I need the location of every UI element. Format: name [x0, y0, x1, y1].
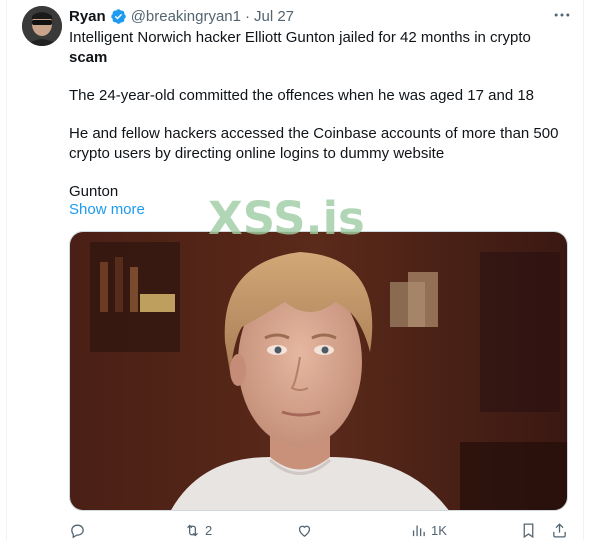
views-button[interactable]: 1K: [410, 522, 447, 539]
retweet-button[interactable]: 2: [184, 522, 212, 539]
show-more-link[interactable]: Show more: [69, 201, 145, 218]
retweet-count: 2: [205, 523, 213, 538]
header-separator: ·: [244, 7, 250, 25]
media-photo: [70, 232, 567, 510]
watermark: XSS.is: [208, 192, 365, 245]
tweet-text-line: Intelligent Norwich hacker Elliott Gunto…: [69, 29, 531, 46]
author-handle[interactable]: @breakingryan1: [131, 8, 241, 25]
reply-icon: [71, 524, 84, 539]
like-button[interactable]: [296, 522, 317, 539]
tweet-text-paragraph-2: The 24-year-old committed the offences w…: [69, 87, 535, 104]
author-name[interactable]: Ryan: [69, 8, 106, 25]
avatar-image: [22, 6, 62, 46]
tweet-date[interactable]: Jul 27: [254, 8, 294, 25]
tweet-action-bar: 2 1K: [0, 522, 593, 540]
share-button[interactable]: [551, 522, 568, 539]
share-icon: [553, 523, 566, 538]
tweet-header: Ryan @breakingryan1 · Jul 27: [69, 6, 294, 26]
views-count: 1K: [431, 523, 447, 538]
tweet-text-paragraph-1: Intelligent Norwich hacker Elliott Gunto…: [69, 28, 559, 68]
retweet-icon: [187, 524, 198, 537]
views-icon: [412, 525, 425, 537]
tweet-media-image[interactable]: [69, 231, 568, 511]
like-icon: [298, 525, 311, 537]
tweet-text-bold: scam: [69, 49, 108, 66]
tweet-text-paragraph-3: He and fellow hackers accessed the Coinb…: [69, 125, 559, 162]
bookmark-button[interactable]: [520, 522, 537, 539]
reply-button[interactable]: [69, 522, 90, 539]
more-icon[interactable]: [551, 5, 573, 25]
bookmark-icon: [523, 523, 534, 539]
verified-badge-icon: [110, 8, 126, 24]
avatar[interactable]: [22, 6, 62, 46]
